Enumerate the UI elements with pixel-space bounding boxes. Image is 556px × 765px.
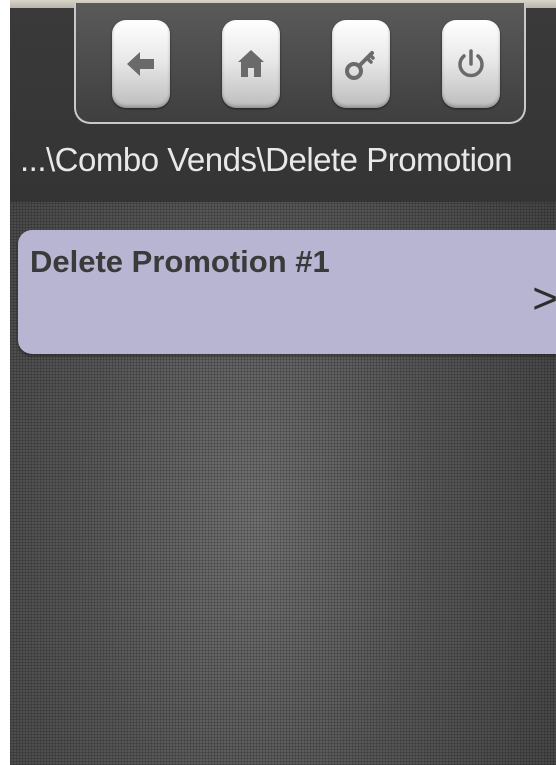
home-button[interactable] — [222, 20, 280, 108]
breadcrumb: ...\Combo Vends\Delete Promotion — [20, 141, 513, 178]
back-button[interactable] — [112, 20, 170, 108]
menu-item-label: Delete Promotion #1 — [30, 244, 330, 279]
service-button[interactable] — [332, 20, 390, 108]
screen: ...\Combo Vends\Delete Promotion Delete … — [10, 0, 556, 765]
power-icon — [458, 49, 484, 78]
power-button[interactable] — [442, 20, 500, 108]
key-icon — [345, 51, 375, 80]
home-icon — [238, 50, 264, 77]
chevron-right-icon: > — [532, 274, 556, 323]
menu-item-delete-promotion-1[interactable]: Delete Promotion #1 > — [18, 230, 556, 354]
arrow-left-icon — [127, 52, 154, 76]
nav-panel — [74, 3, 526, 124]
